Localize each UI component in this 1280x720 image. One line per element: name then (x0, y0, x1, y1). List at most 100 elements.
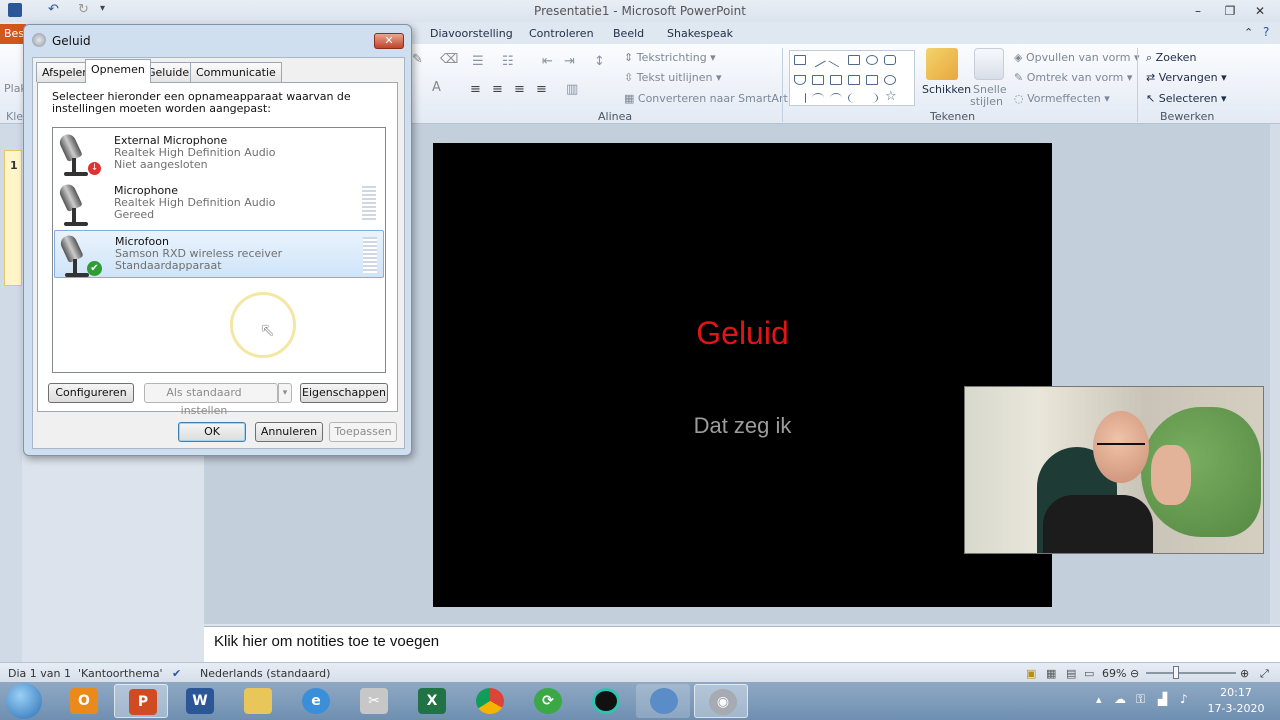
justify-icon[interactable]: ≡ (536, 82, 547, 97)
vervangen-button[interactable]: ⇄ Vervangen ▾ (1146, 71, 1227, 84)
help-icon[interactable]: ? (1263, 25, 1269, 39)
smartart-button[interactable]: ▦ Converteren naar SmartArt ▾ (624, 92, 797, 105)
decrease-indent-icon[interactable]: ⇤ (542, 54, 553, 69)
taskbar-powerpoint[interactable]: P (114, 684, 168, 718)
minimize-button[interactable]: – (1186, 2, 1210, 20)
device-item-selected[interactable]: ✔ Microfoon Samson RXD wireless receiver… (54, 230, 384, 278)
font-a-icon[interactable]: A (432, 80, 441, 95)
start-button[interactable] (6, 683, 42, 719)
taskbar-outlook[interactable]: O (56, 684, 110, 718)
arrange-icon[interactable] (926, 48, 958, 80)
shapes-gallery[interactable]: ☆ (789, 50, 915, 106)
media-icon (650, 688, 678, 714)
line-spacing-icon[interactable]: ↕ (594, 54, 605, 69)
snelle-stijlen-label2[interactable]: stijlen (970, 95, 1003, 108)
schikken-button[interactable]: Schikken (922, 83, 971, 96)
slide-canvas[interactable]: Geluid Dat zeg ik (433, 143, 1052, 607)
slide-thumbnail[interactable]: 1 (4, 150, 22, 286)
device-list[interactable]: ↓ External Microphone Realtek High Defin… (52, 127, 386, 373)
maximize-button[interactable]: ❐ (1218, 2, 1242, 20)
notes-pane[interactable]: Klik hier om notities toe te voegen (204, 626, 1280, 662)
spellcheck-icon[interactable]: ✔ (172, 667, 181, 680)
tab-opnemen[interactable]: Opnemen (85, 59, 151, 83)
slideshow-view-icon[interactable]: ▭ (1084, 667, 1094, 680)
apply-button[interactable]: Toepassen (329, 422, 397, 442)
tray-usb-icon[interactable]: ⚿ (1136, 692, 1145, 707)
cancel-button[interactable]: Annuleren (255, 422, 323, 442)
set-default-dropdown-icon[interactable]: ▾ (278, 383, 292, 403)
numbering-icon[interactable]: ☷ (502, 54, 514, 69)
app-icon (592, 688, 620, 714)
mouse-pointer-icon: ↖ (260, 320, 276, 341)
ok-button[interactable]: OK (178, 422, 246, 442)
theme-name[interactable]: 'Kantoorthema' (78, 667, 163, 680)
properties-button[interactable]: Eigenschappen (300, 383, 388, 403)
tab-shakespeak[interactable]: Shakespeak (667, 27, 733, 40)
tab-communicatie[interactable]: Communicatie (190, 62, 282, 82)
clock-time[interactable]: 20:17 (1212, 686, 1260, 699)
columns-icon[interactable]: ▥ (566, 82, 578, 97)
taskbar-word[interactable]: W (172, 684, 226, 718)
dialog-close-button[interactable]: ✕ (374, 33, 404, 49)
align-left-icon[interactable]: ≡ (470, 82, 481, 97)
set-default-button[interactable]: Als standaard instellen (144, 383, 278, 417)
zoom-out-icon[interactable]: ⊖ (1130, 667, 1139, 680)
bullets-icon[interactable]: ☰ (472, 54, 484, 69)
align-right-icon[interactable]: ≡ (514, 82, 525, 97)
slide-subtitle[interactable]: Dat zeg ik (433, 413, 1052, 439)
clock-date[interactable]: 17-3-2020 (1206, 702, 1266, 715)
tekst-uitlijnen-button[interactable]: ⇳ Tekst uitlijnen ▾ (624, 71, 722, 84)
tray-signal-icon[interactable]: ▟ (1158, 692, 1167, 706)
align-center-icon[interactable]: ≡ (492, 82, 503, 97)
language[interactable]: Nederlands (standaard) (200, 667, 330, 680)
selecteren-button[interactable]: ↖ Selecteren ▾ (1146, 92, 1226, 105)
fit-to-window-icon[interactable]: ⤢ (1260, 667, 1269, 681)
tekstrichting-button[interactable]: ⇕ Tekstrichting ▾ (624, 51, 716, 64)
zoom-level[interactable]: 69% (1102, 667, 1126, 680)
zoom-in-icon[interactable]: ⊕ (1240, 667, 1249, 680)
tray-volume-icon[interactable]: ♪ (1180, 692, 1188, 706)
taskbar-app[interactable] (578, 684, 632, 718)
device-status: Niet aangesloten (114, 158, 208, 171)
close-button[interactable]: ✕ (1248, 2, 1272, 20)
omtrek-button[interactable]: ✎ Omtrek van vorm ▾ (1014, 71, 1132, 84)
taskbar-chrome[interactable] (462, 684, 516, 718)
taskbar-media[interactable] (636, 684, 690, 718)
powerpoint-icon: P (129, 689, 157, 715)
taskbar-excel[interactable]: X (404, 684, 458, 718)
taskbar-snipping[interactable]: ✂ (346, 684, 400, 718)
slide-title[interactable]: Geluid (433, 315, 1052, 352)
group-separator (1137, 48, 1138, 122)
device-item[interactable]: ↓ External Microphone Realtek High Defin… (54, 130, 384, 178)
webcam-overlay (964, 386, 1264, 554)
tab-controleren[interactable]: Controleren (529, 27, 594, 40)
microphone-icon: ↓ (57, 131, 102, 176)
chrome-icon (476, 688, 504, 714)
person-body (1043, 495, 1153, 553)
tray-network-icon[interactable]: ☁ (1114, 692, 1126, 706)
quick-styles-icon[interactable] (974, 48, 1004, 80)
notes-placeholder[interactable]: Klik hier om notities toe te voegen (214, 633, 439, 650)
zoom-slider-thumb[interactable] (1173, 666, 1179, 679)
taskbar-ie[interactable]: e (288, 684, 342, 718)
configure-button[interactable]: Configureren (48, 383, 134, 403)
show-hidden-icons[interactable]: ▴ (1096, 693, 1102, 706)
slide-sorter-icon[interactable]: ▦ (1046, 667, 1056, 680)
reading-view-icon[interactable]: ▤ (1066, 667, 1076, 680)
opvullen-button[interactable]: ◈ Opvullen van vorm ▾ (1014, 51, 1139, 64)
taskbar-sound[interactable]: ◉ (694, 684, 748, 718)
vormeffecten-button[interactable]: ◌ Vormeffecten ▾ (1014, 92, 1110, 105)
normal-view-icon[interactable]: ▣ (1026, 667, 1036, 680)
taskbar-explorer[interactable] (230, 684, 284, 718)
tab-beeld[interactable]: Beeld (613, 27, 644, 40)
increase-indent-icon[interactable]: ⇥ (564, 54, 575, 69)
zoom-slider[interactable] (1146, 672, 1236, 674)
font-color-icon[interactable]: ✎ (412, 52, 423, 67)
tab-diavoorstelling[interactable]: Diavoorstelling (430, 27, 513, 40)
vertical-scrollbar[interactable] (1270, 124, 1280, 624)
zoeken-button[interactable]: ⌕ Zoeken (1146, 51, 1196, 65)
minimize-ribbon-icon[interactable]: ⌃ (1244, 26, 1253, 39)
device-item[interactable]: Microphone Realtek High Definition Audio… (54, 180, 384, 228)
taskbar-sync[interactable]: ⟳ (520, 684, 574, 718)
format-painter-icon[interactable]: ⌫ (440, 52, 458, 67)
